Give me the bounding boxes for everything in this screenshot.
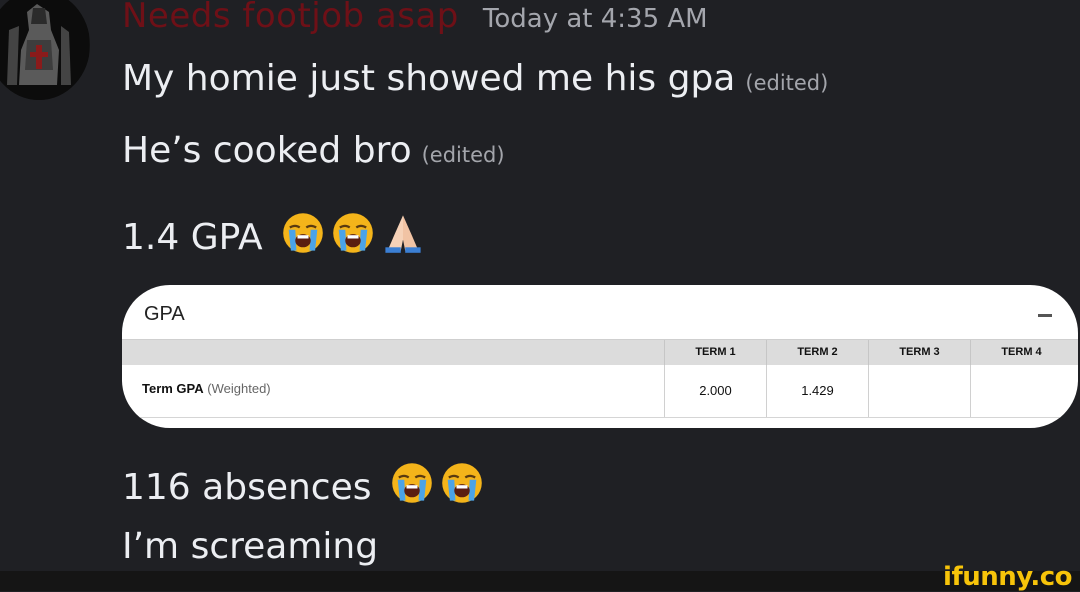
table-cell: 1.429 xyxy=(766,365,868,417)
folded-hands-icon xyxy=(381,211,425,255)
column-header: TERM 3 xyxy=(868,340,970,365)
message-header: Needs footjob asap Today at 4:35 AM xyxy=(122,0,708,36)
table-row: Term GPA (Weighted) 2.000 1.429 xyxy=(122,365,1078,418)
loudly-crying-face-icon xyxy=(440,461,484,505)
message-line: 1.4 GPA xyxy=(122,205,425,258)
table-cell xyxy=(868,365,970,417)
column-header: TERM 4 xyxy=(970,340,1072,365)
row-label-text: Term GPA xyxy=(142,381,204,396)
edited-label: (edited) xyxy=(421,143,505,167)
message-line: I’m screaming xyxy=(122,526,378,567)
table-cell xyxy=(970,365,1072,417)
message-text: My homie just showed me his gpa xyxy=(122,58,736,99)
gpa-card: GPA TERM 1 TERM 2 TERM 3 TERM 4 Term GPA… xyxy=(122,285,1078,428)
message-line: My homie just showed me his gpa (edited) xyxy=(122,58,828,99)
message-line: He’s cooked bro (edited) xyxy=(122,130,505,171)
edited-label: (edited) xyxy=(745,71,829,95)
message-text: He’s cooked bro xyxy=(122,130,412,171)
timestamp[interactable]: Today at 4:35 AM xyxy=(483,4,708,34)
message-text: I’m screaming xyxy=(122,526,379,567)
loudly-crying-face-icon xyxy=(390,461,434,505)
watermark-logo: ifunny.co xyxy=(943,562,1072,592)
column-header: TERM 1 xyxy=(664,340,766,365)
username[interactable]: Needs footjob asap xyxy=(122,0,459,36)
row-sublabel: (Weighted) xyxy=(207,381,271,396)
message-text: 1.4 GPA xyxy=(122,217,263,258)
loudly-crying-face-icon xyxy=(331,211,375,255)
message-line: 116 absences xyxy=(122,455,484,508)
collapse-icon[interactable] xyxy=(1038,314,1052,317)
card-title: GPA xyxy=(144,303,185,325)
bottom-bar xyxy=(0,571,1080,591)
table-cell: 2.000 xyxy=(664,365,766,417)
table-header-row: TERM 1 TERM 2 TERM 3 TERM 4 xyxy=(122,339,1078,365)
message-text: 116 absences xyxy=(122,467,372,508)
row-label: Term GPA (Weighted) xyxy=(142,381,271,396)
column-header: TERM 2 xyxy=(766,340,868,365)
loudly-crying-face-icon xyxy=(281,211,325,255)
avatar[interactable] xyxy=(0,0,90,100)
